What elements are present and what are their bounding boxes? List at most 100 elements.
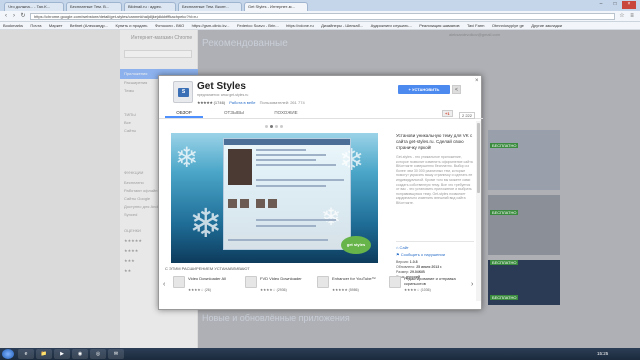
bookmark[interactable]: Купить и продать	[112, 22, 150, 29]
app-icon-letter: S	[178, 88, 189, 97]
url-input[interactable]: https://chrome.google.com/webstore/detai…	[30, 13, 615, 20]
browser-tab[interactable]: Бесплатные Тем. В...	[66, 2, 122, 11]
app-details-dialog: S Get Styles предлагается: www.get-style…	[158, 75, 483, 310]
browser-tab[interactable]: Бесплатные Тем. Вконт...	[178, 2, 242, 11]
chevron-right-icon[interactable]: ›	[471, 281, 473, 288]
close-window-icon[interactable]: ×	[622, 1, 636, 9]
category-link[interactable]: Работа в вебе	[229, 100, 255, 105]
carousel-dot[interactable]	[280, 125, 283, 128]
related-app[interactable]: Редактирование и отправка скриншотов ★★★…	[389, 276, 465, 296]
free-badge: БЕСПЛАТНО	[490, 260, 519, 265]
gplus-count: 2 222	[459, 112, 476, 119]
rating-count[interactable]: (1746)	[214, 100, 226, 105]
minimize-icon[interactable]: –	[594, 1, 608, 9]
vk-avatar	[228, 149, 252, 185]
tab-related[interactable]: ПОХОЖИЕ	[267, 108, 305, 118]
website-link[interactable]: ⌂ Сайт	[396, 245, 409, 250]
gplus-button[interactable]: +1	[442, 110, 453, 117]
app-icon: S	[173, 81, 193, 103]
star-icon[interactable]: ☆	[618, 13, 626, 20]
system-clock: 15:25	[597, 351, 609, 356]
snowflake-icon: ❄	[175, 142, 199, 173]
bookmark[interactable]: https://vdone.ru	[283, 22, 317, 29]
browser-tab[interactable]: Что должна... - Tan.K...	[4, 2, 64, 11]
maximize-icon[interactable]: □	[608, 1, 622, 9]
scrollbar-thumb[interactable]	[477, 123, 480, 193]
related-app-icon	[173, 276, 185, 288]
carousel-dot-active[interactable]	[270, 125, 273, 128]
bookmark[interactable]: https://gsm-clinic.kv...	[189, 22, 233, 29]
store-search-input[interactable]	[124, 50, 192, 58]
bookmarks-bar: Bookmarks Почта Маркет Beltnet (Александ…	[0, 22, 640, 30]
vk-text-line	[256, 219, 336, 221]
vk-text-line	[256, 159, 316, 161]
related-app[interactable]: Video Downloader All ★★★★☆ (26)	[173, 276, 237, 296]
vk-thumb	[268, 199, 277, 208]
address-bar: ‹ › ↻ https://chrome.google.com/webstore…	[0, 11, 640, 22]
close-dialog-button[interactable]: ×	[475, 78, 479, 84]
section-heading: Рекомендованные	[202, 38, 288, 49]
related-app-name: Редактирование и отправка скриншотов	[404, 276, 456, 286]
bookmark[interactable]: Otmnniosyplye ge	[489, 22, 527, 29]
bookmark[interactable]: Реализация шаманов	[416, 22, 462, 29]
forward-icon[interactable]: ›	[10, 13, 18, 20]
related-app-rating: ★★★★☆ (26)	[188, 288, 211, 292]
tab-overview[interactable]: ОБЗОР	[165, 108, 203, 118]
bookmark[interactable]: Tavi Farm	[464, 22, 488, 29]
carousel-dot[interactable]	[275, 125, 278, 128]
section-heading-new: Новые и обновлённые приложения	[202, 313, 350, 323]
related-app-name: FVD Video Downloader	[260, 276, 302, 281]
browser-tab[interactable]: Bildmail.ru : адрес.	[124, 2, 176, 11]
share-icon[interactable]: <	[452, 85, 461, 94]
description-divider	[396, 241, 474, 242]
mail-icon[interactable]: ✉	[108, 349, 124, 359]
browser-tab-active[interactable]: Get Styles - Интернет-м...	[244, 2, 308, 11]
app-description: Установи уникальную тему для VK с сайта …	[396, 133, 474, 281]
bookmark[interactable]: Federico Scavo - Brin...	[234, 22, 282, 29]
start-button[interactable]	[2, 349, 14, 359]
app-screenshot[interactable]: ❄ ❄ ❄ ❄ get styles	[171, 133, 378, 263]
vk-text-line	[228, 239, 328, 241]
bookmark[interactable]: Beltnet (Александр...	[67, 22, 111, 29]
app-icon[interactable]: ◎	[90, 349, 106, 359]
app-provider[interactable]: предлагается: www.get-styles.ru	[197, 93, 248, 97]
bookmark[interactable]: Другие закладки	[528, 22, 565, 29]
description-title: Установи уникальную тему для VK с сайта …	[396, 133, 473, 150]
screenshot-carousel-dots	[159, 121, 391, 131]
menu-icon[interactable]: ≡	[628, 13, 636, 20]
windows-taskbar: e 📁 ▶ ◉ ◎ ✉ 15:25	[0, 348, 640, 360]
free-badge: БЕСПЛАТНО	[490, 295, 519, 300]
related-app-rating: ★★★★☆ (1036)	[404, 288, 431, 292]
report-abuse-link[interactable]: ⚑ Сообщить о нарушении	[396, 252, 445, 257]
rating-row: ★★★★★ (1746) Работа в вебе Пользователей…	[197, 100, 305, 105]
folder-icon[interactable]: 📁	[36, 349, 52, 359]
bookmark[interactable]: Дизайнеры - Шелкаб...	[318, 22, 366, 29]
vk-thumb	[256, 199, 265, 208]
bookmark[interactable]: Bookmarks	[0, 22, 26, 29]
app-tile[interactable]	[488, 195, 560, 255]
vk-header	[224, 139, 350, 145]
app-tile[interactable]	[488, 130, 560, 190]
bookmark[interactable]: Почта	[27, 22, 44, 29]
bookmark[interactable]: Маркет	[46, 22, 66, 29]
related-app[interactable]: FVD Video Downloader ★★★★☆ (2936)	[245, 276, 309, 296]
bookmark[interactable]: Фотоколи - ВКО	[152, 22, 187, 29]
install-button[interactable]: + УСТАНОВИТЬ	[398, 85, 450, 94]
vk-thumb	[228, 199, 237, 208]
ie-icon[interactable]: e	[18, 349, 34, 359]
related-apps-row: ‹ Video Downloader All ★★★★☆ (26) FVD Vi…	[159, 273, 483, 299]
chevron-left-icon[interactable]: ‹	[163, 281, 165, 288]
browser-tab-bar: Что должна... - Tan.K... Бесплатные Тем.…	[0, 0, 640, 11]
carousel-dot[interactable]	[265, 125, 268, 128]
tab-reviews[interactable]: ОТЗЫВЫ	[215, 108, 253, 118]
related-app-icon	[317, 276, 329, 288]
snowflake-icon: ❄	[189, 202, 223, 246]
back-icon[interactable]: ‹	[2, 13, 10, 20]
related-app[interactable]: Enhancer for YouTube™ ★★★★★ (5986)	[317, 276, 381, 296]
user-email[interactable]: aleksandrvolkov@gmail.com	[449, 32, 500, 37]
bookmark[interactable]: Аудиокниги слушать...	[368, 22, 415, 29]
reload-icon[interactable]: ↻	[19, 13, 27, 20]
media-player-icon[interactable]: ▶	[54, 349, 70, 359]
related-app-icon	[389, 276, 401, 288]
chrome-icon[interactable]: ◉	[72, 349, 88, 359]
